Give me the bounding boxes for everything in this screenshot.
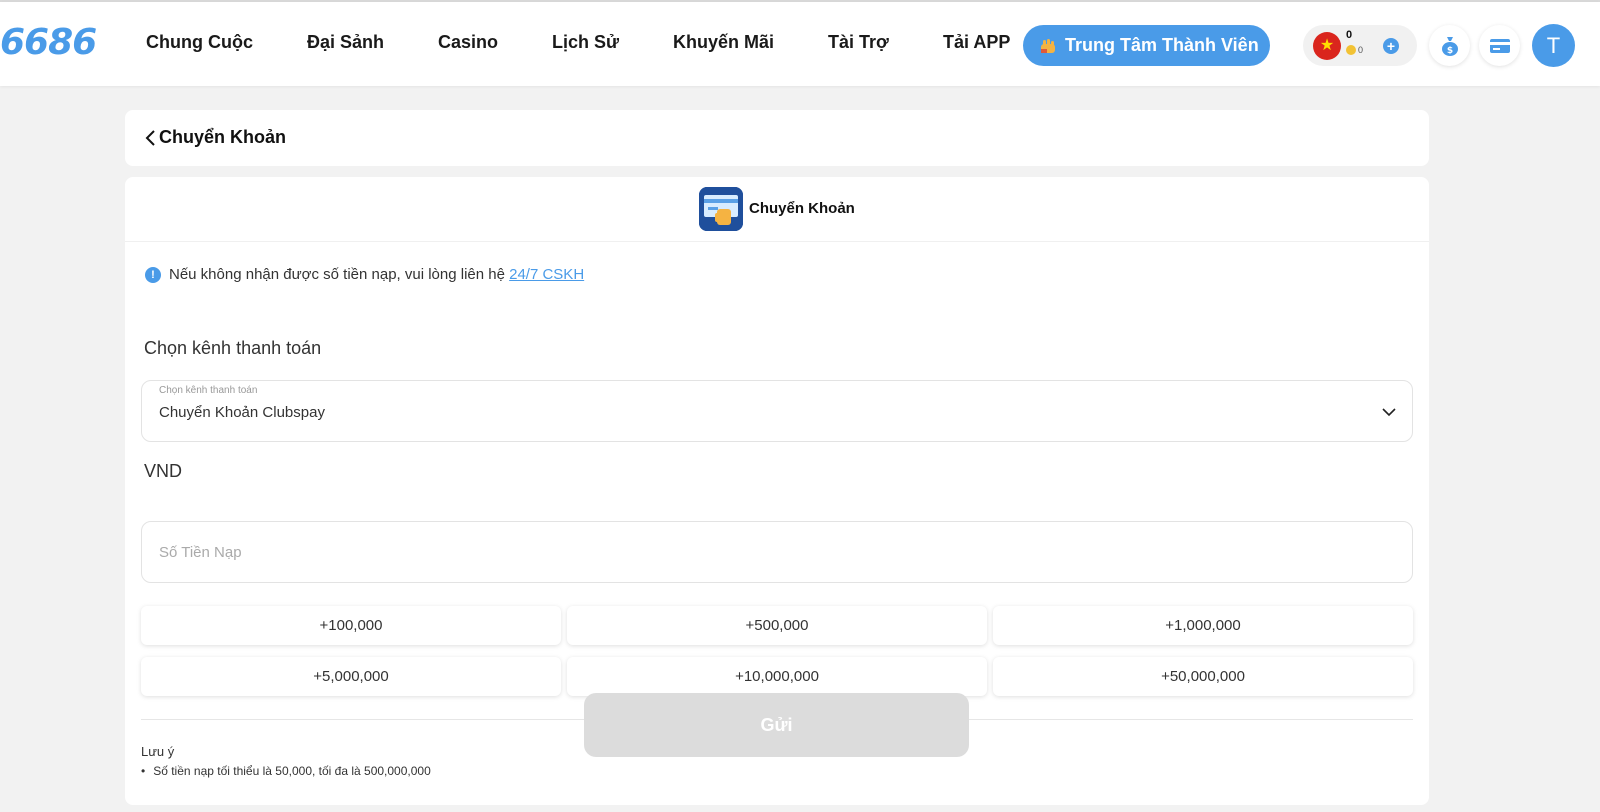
svg-text:$: $ (1446, 46, 1452, 56)
vietnam-flag-icon: ★ (1313, 32, 1341, 60)
hand-icon (1041, 38, 1055, 53)
deposit-form-card: ! Nếu không nhận được số tiền nạp, vui l… (125, 241, 1429, 805)
card-button[interactable] (1479, 25, 1520, 66)
coin-icon (1346, 45, 1356, 55)
credit-card-icon (1489, 38, 1510, 53)
note-item: • Số tiền nạp tối thiểu là 50,000, tối đ… (141, 764, 431, 778)
nav-dai-sanh[interactable]: Đại Sảnh (307, 32, 384, 53)
coin-balance: 0 (1346, 45, 1363, 55)
quick-amount-10m-button[interactable]: +10,000,000 (567, 657, 987, 696)
notice-text: Nếu không nhận được số tiền nạp, vui lòn… (169, 266, 584, 283)
channel-select-value: Chuyển Khoản Clubspay (159, 404, 325, 421)
balance-value: 0 (1346, 29, 1353, 41)
nav-lich-su[interactable]: Lịch Sử (552, 32, 619, 53)
page-header-card: Chuyển Khoản (125, 110, 1429, 166)
support-link[interactable]: 24/7 CSKH (509, 266, 584, 283)
submit-button[interactable]: Gửi (584, 693, 969, 757)
info-icon: ! (145, 266, 161, 283)
channel-section-label: Chọn kênh thanh toán (144, 338, 322, 358)
nav-khuyen-mai[interactable]: Khuyến Mãi (673, 32, 774, 53)
notice-row: ! Nếu không nhận được số tiền nạp, vui l… (145, 266, 584, 283)
chevron-down-icon (1382, 408, 1396, 417)
add-funds-icon[interactable]: + (1383, 38, 1399, 54)
quick-amount-100k-button[interactable]: +100,000 (141, 606, 561, 645)
member-center-button[interactable]: Trung Tâm Thành Viên (1023, 25, 1270, 66)
nav-tai-tro[interactable]: Tài Trợ (828, 32, 889, 53)
notice-message: Nếu không nhận được số tiền nạp, vui lòn… (169, 266, 510, 283)
amount-input[interactable] (141, 521, 1413, 583)
payment-method-tab: Chuyển Khoản (125, 177, 1429, 241)
quick-amount-5m-button[interactable]: +5,000,000 (141, 657, 561, 696)
member-center-label: Trung Tâm Thành Viên (1065, 35, 1259, 55)
nav-casino[interactable]: Casino (438, 32, 498, 53)
top-header: 6686 Chung Cuộc Đại Sảnh Casino Lịch Sử … (0, 2, 1600, 86)
money-bag-button[interactable]: $ (1429, 25, 1470, 66)
method-label: Chuyển Khoản (749, 200, 855, 217)
quick-amount-50m-button[interactable]: +50,000,000 (993, 657, 1413, 696)
site-logo[interactable]: 6686 (0, 22, 97, 63)
quick-amount-500k-button[interactable]: +500,000 (567, 606, 987, 645)
currency-label: VND (144, 461, 183, 481)
note-text: Số tiền nạp tối thiểu là 50,000, tối đa … (153, 764, 431, 778)
nav-chung-cuoc[interactable]: Chung Cuộc (146, 32, 253, 53)
page-title: Chuyển Khoản (159, 127, 287, 147)
channel-select[interactable]: Chọn kênh thanh toán Chuyển Khoản Clubsp… (141, 380, 1413, 442)
bullet: • (141, 764, 146, 778)
back-arrow-icon[interactable] (141, 128, 161, 148)
money-bag-icon: $ (1441, 36, 1458, 56)
bank-transfer-icon[interactable] (699, 187, 743, 231)
channel-select-caption: Chọn kênh thanh toán (159, 385, 258, 396)
quick-amount-1m-button[interactable]: +1,000,000 (993, 606, 1413, 645)
wallet-pill: ★ 0 0 + (1303, 25, 1417, 66)
avatar[interactable]: T (1532, 24, 1575, 67)
note-title: Lưu ý (141, 744, 175, 759)
nav-tai-app[interactable]: Tải APP (943, 32, 1010, 53)
coin-balance-value: 0 (1358, 45, 1364, 55)
